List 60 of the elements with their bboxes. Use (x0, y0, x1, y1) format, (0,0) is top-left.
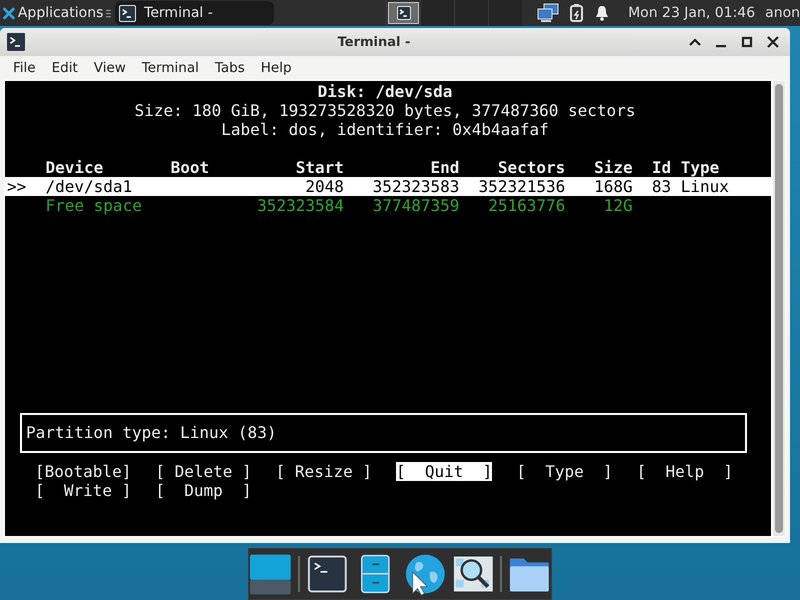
menu-button[interactable]: [ Delete ] (155, 462, 252, 481)
menu-item[interactable]: Help (252, 60, 300, 76)
menu-item[interactable]: Edit (44, 60, 86, 76)
maximize-button[interactable] (739, 34, 755, 50)
partition-info-box: Partition type: Linux (83) (20, 413, 747, 453)
table-cell-text: Free space (46, 196, 143, 215)
menu-button[interactable]: [Bootable] (35, 462, 132, 481)
table-cell-text: 352323584 (256, 196, 344, 215)
scrollbar[interactable] (771, 81, 785, 536)
menu-button[interactable]: [ Dump ] (155, 481, 252, 500)
menu-button[interactable]: [ Write ] (35, 481, 132, 500)
disk-label: Label: dos, identifier: 0x4b4aafaf (220, 120, 550, 139)
column-header: End (429, 158, 460, 177)
globe-cursor-icon[interactable] (403, 552, 446, 596)
column-header: Size (593, 158, 633, 177)
menu-button[interactable]: [ Help ] (636, 462, 733, 481)
disk-title: Disk: /dev/sda (316, 82, 454, 101)
close-button[interactable] (765, 34, 781, 50)
show-desktop-icon[interactable] (249, 552, 292, 596)
workspace-button[interactable] (386, 0, 420, 26)
column-header: Type (680, 158, 720, 177)
menu-item[interactable]: File (5, 60, 44, 76)
table-row[interactable]: Free space 352323584 377487359 25163776 12G (5, 196, 771, 215)
terminal-icon (6, 32, 26, 52)
column-header: Sectors (496, 158, 566, 177)
clock[interactable]: Mon 23 Jan, 01:46 (628, 5, 756, 21)
terminal-icon (119, 4, 136, 22)
network-icon[interactable] (537, 3, 560, 23)
applications-menu[interactable]: Applications (18, 5, 104, 21)
column-header: Boot (170, 158, 210, 177)
disk-size: Size: 180 GiB, 193273528320 bytes, 377487360 sectors (134, 101, 636, 120)
terminal-icon (396, 6, 411, 20)
table-cell-text: 83 (650, 177, 672, 196)
table-cell-text: /dev/sda1 (46, 177, 134, 196)
menu-icon (106, 8, 112, 18)
column-header: Start (294, 158, 344, 177)
selected-row[interactable]: >> /dev/sda1 2048 352323583 352321536 168G 83 Linux (5, 177, 771, 196)
selection-marker: >> (7, 177, 28, 196)
table-cell-text: 2048 (304, 177, 344, 196)
user-name[interactable]: anon (765, 5, 800, 21)
applications-menu-icon[interactable] (3, 6, 15, 20)
table-cell-text: 377487359 (372, 196, 460, 215)
table-cell-text: 25163776 (487, 196, 566, 215)
table-cell-text: 12G (602, 196, 633, 215)
menu-button[interactable]: [ Quit ] (396, 462, 492, 481)
table-cell-text: 168G (593, 177, 633, 196)
bell-icon[interactable] (595, 5, 610, 21)
menu-button[interactable]: [ Resize ] (276, 462, 372, 481)
taskbar-button[interactable]: Terminal - (115, 1, 274, 25)
table-cell-text: 352321536 (478, 177, 566, 196)
battery-icon[interactable] (569, 3, 586, 23)
menu-item[interactable]: View (86, 60, 134, 76)
menu-button[interactable]: [ Type ] (516, 462, 613, 481)
menu-item[interactable]: Terminal (134, 60, 207, 76)
column-header: Id (650, 158, 672, 177)
menu-item[interactable]: Tabs (206, 60, 253, 76)
table-cell-text: Linux (680, 177, 730, 196)
window-title: Terminal - (336, 34, 412, 50)
table-cell-text: 352323583 (372, 177, 460, 196)
column-header: Device (46, 158, 104, 177)
